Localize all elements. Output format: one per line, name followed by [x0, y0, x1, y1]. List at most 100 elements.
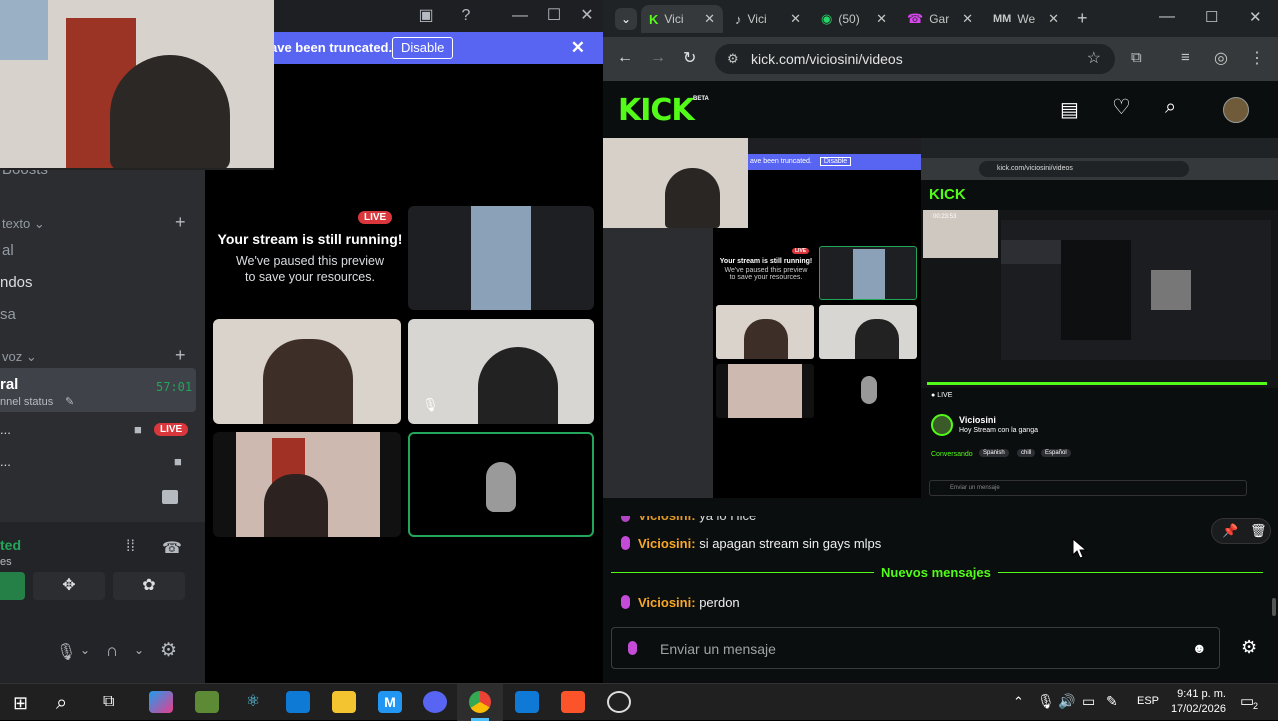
close-icon[interactable]: ✕ — [1249, 8, 1262, 26]
disable-button[interactable]: Disable — [392, 37, 454, 59]
clock[interactable]: 9:41 p. m. 17/02/2026 — [1168, 687, 1226, 717]
emoji-icon[interactable]: ☻ — [1192, 640, 1207, 656]
activities-button[interactable]: ✥ — [33, 572, 105, 600]
help-icon[interactable]: ? — [452, 4, 480, 28]
chat-username[interactable]: Viciosini: — [638, 595, 696, 610]
close-icon[interactable]: ✕ — [704, 11, 715, 27]
channel-status[interactable]: nnel status — [0, 396, 53, 408]
headphones-icon[interactable]: ∩ — [106, 641, 118, 661]
close-icon[interactable]: ✕ — [876, 11, 887, 27]
maximize-icon[interactable]: ☐ — [540, 4, 568, 28]
pen-icon[interactable]: ✎ — [1106, 693, 1118, 710]
voice-channel-active[interactable]: ral 57:01 nnel status ✎ — [0, 368, 196, 412]
language-indicator[interactable]: ESP — [1137, 695, 1159, 707]
new-tab-icon[interactable]: + — [1077, 8, 1088, 29]
chevron-down-icon[interactable]: ⌄ — [80, 643, 90, 657]
stream-player[interactable]: ave been truncated. Disable LIVE Your st… — [603, 138, 1278, 498]
sidebar-channel-1[interactable]: al — [2, 242, 14, 259]
close-icon[interactable]: ✕ — [573, 4, 601, 28]
video-tile-speaking[interactable] — [408, 432, 594, 537]
file-explorer-icon[interactable] — [332, 691, 356, 713]
pencil-icon[interactable]: ✎ — [65, 395, 74, 408]
trash-icon[interactable]: 🗑 — [1250, 523, 1267, 539]
kick-logo[interactable]: KICK — [618, 93, 695, 128]
chat-message[interactable]: Viciosini: si apagan stream sin gays mlp… — [621, 536, 881, 551]
channel-label: ndos — [0, 274, 33, 291]
menu-icon[interactable]: ⋮ — [1249, 48, 1265, 68]
forward-icon[interactable]: → — [650, 49, 666, 67]
tab-whatsapp[interactable]: ◉ (50) ✕ — [813, 5, 895, 33]
tray-chevron-up-icon[interactable]: ⌃ — [1013, 694, 1024, 710]
chevron-down-icon[interactable]: ⌄ — [134, 643, 144, 657]
copilot-icon[interactable] — [149, 691, 173, 713]
video-tile[interactable] — [213, 319, 401, 424]
sidebar-channel-3[interactable]: sa — [0, 306, 16, 323]
tab-we[interactable]: MM We ✕ — [985, 5, 1067, 33]
back-icon[interactable]: ← — [617, 49, 633, 67]
site-info-icon[interactable]: ⚙ — [727, 44, 739, 74]
extensions-icon[interactable]: ⧉ — [1131, 49, 1142, 66]
tab-tiktok[interactable]: ♪ Vici ✕ — [727, 5, 809, 33]
microphone-icon[interactable]: 🎙 — [1037, 693, 1055, 710]
search-icon[interactable]: ⌕ — [1165, 96, 1176, 119]
participant-video — [236, 432, 380, 537]
close-icon[interactable]: ✕ — [790, 11, 801, 27]
obs-icon[interactable] — [607, 691, 631, 713]
pin-icon[interactable]: 📌 — [1222, 523, 1238, 539]
member-row[interactable]: ... ■ — [0, 452, 196, 472]
tab-search-icon[interactable]: ⌄ — [615, 8, 637, 30]
discord-icon[interactable] — [423, 691, 447, 713]
tab-kick[interactable]: K Vici ✕ — [641, 5, 723, 33]
url-input[interactable]: ⚙ kick.com/viciosini/videos ☆ — [715, 44, 1115, 74]
profile-icon[interactable]: ◎ — [1214, 48, 1228, 68]
store-icon[interactable] — [286, 691, 310, 713]
react-icon[interactable]: ⚛ — [241, 691, 265, 713]
chat-input[interactable]: Enviar un mensaje ☻ — [611, 627, 1220, 669]
heart-icon[interactable]: ♡ — [1112, 95, 1131, 120]
app-icon[interactable] — [515, 691, 539, 713]
maximize-icon[interactable]: ☐ — [1205, 8, 1218, 26]
add-channel-icon[interactable]: + — [175, 345, 186, 366]
bookmark-star-icon[interactable]: ☆ — [1087, 44, 1101, 74]
network-icon[interactable]: ▭ — [1082, 693, 1095, 710]
soundwave-icon[interactable]: ⁞⁞ — [126, 538, 135, 556]
volume-icon[interactable]: 🔊 — [1058, 693, 1075, 710]
close-icon[interactable]: ✕ — [1048, 11, 1059, 27]
tab-gar[interactable]: ☎ Gar ✕ — [899, 5, 981, 33]
category-voice[interactable]: voz ⌄ — [2, 349, 37, 365]
add-channel-icon[interactable]: + — [175, 212, 186, 233]
task-view-icon[interactable]: ⧉ — [103, 693, 114, 711]
minimize-icon[interactable]: — — [1159, 8, 1175, 26]
inbox-icon[interactable]: ▣ — [412, 4, 440, 28]
media-control-icon[interactable]: ≡ — [1181, 49, 1190, 66]
windows-start-icon[interactable]: ⊞ — [13, 693, 28, 714]
camera-button[interactable] — [0, 572, 25, 600]
minecraft-icon[interactable] — [195, 691, 219, 713]
chat-message[interactable]: Viciosini: perdon — [621, 595, 740, 610]
brave-icon[interactable] — [561, 691, 585, 713]
reload-icon[interactable]: ↻ — [683, 48, 696, 68]
screen-share-icon[interactable] — [162, 490, 178, 504]
close-icon[interactable]: ✕ — [571, 38, 585, 58]
avatar[interactable] — [1223, 97, 1249, 123]
following-icon[interactable]: ▤ — [1060, 97, 1079, 122]
video-tile[interactable] — [213, 432, 401, 537]
member-row[interactable]: ... ■ LIVE — [0, 420, 196, 440]
chrome-taskbar-active[interactable] — [457, 684, 503, 721]
microphone-icon[interactable]: 🎙 — [56, 642, 76, 662]
video-tile[interactable] — [408, 206, 594, 310]
sidebar-channel-2[interactable]: ndos — [0, 274, 33, 291]
minimize-icon[interactable]: — — [506, 4, 534, 28]
close-icon[interactable]: ✕ — [962, 11, 973, 27]
scrollbar[interactable] — [1272, 598, 1276, 616]
m-app-icon[interactable]: M — [378, 691, 402, 713]
video-tile[interactable]: 🎙 — [408, 319, 594, 424]
chat-settings-gear-icon[interactable]: ⚙ — [1241, 637, 1257, 658]
camera-icon: ■ — [134, 422, 142, 437]
settings-gear-icon[interactable]: ⚙ — [160, 639, 177, 662]
search-icon[interactable]: ⌕ — [56, 692, 67, 715]
chat-username[interactable]: Viciosini: — [638, 536, 696, 551]
disconnect-icon[interactable]: ☎ — [162, 538, 182, 558]
soundboard-button[interactable]: ✿ — [113, 572, 185, 600]
category-text[interactable]: texto ⌄ — [2, 216, 45, 232]
